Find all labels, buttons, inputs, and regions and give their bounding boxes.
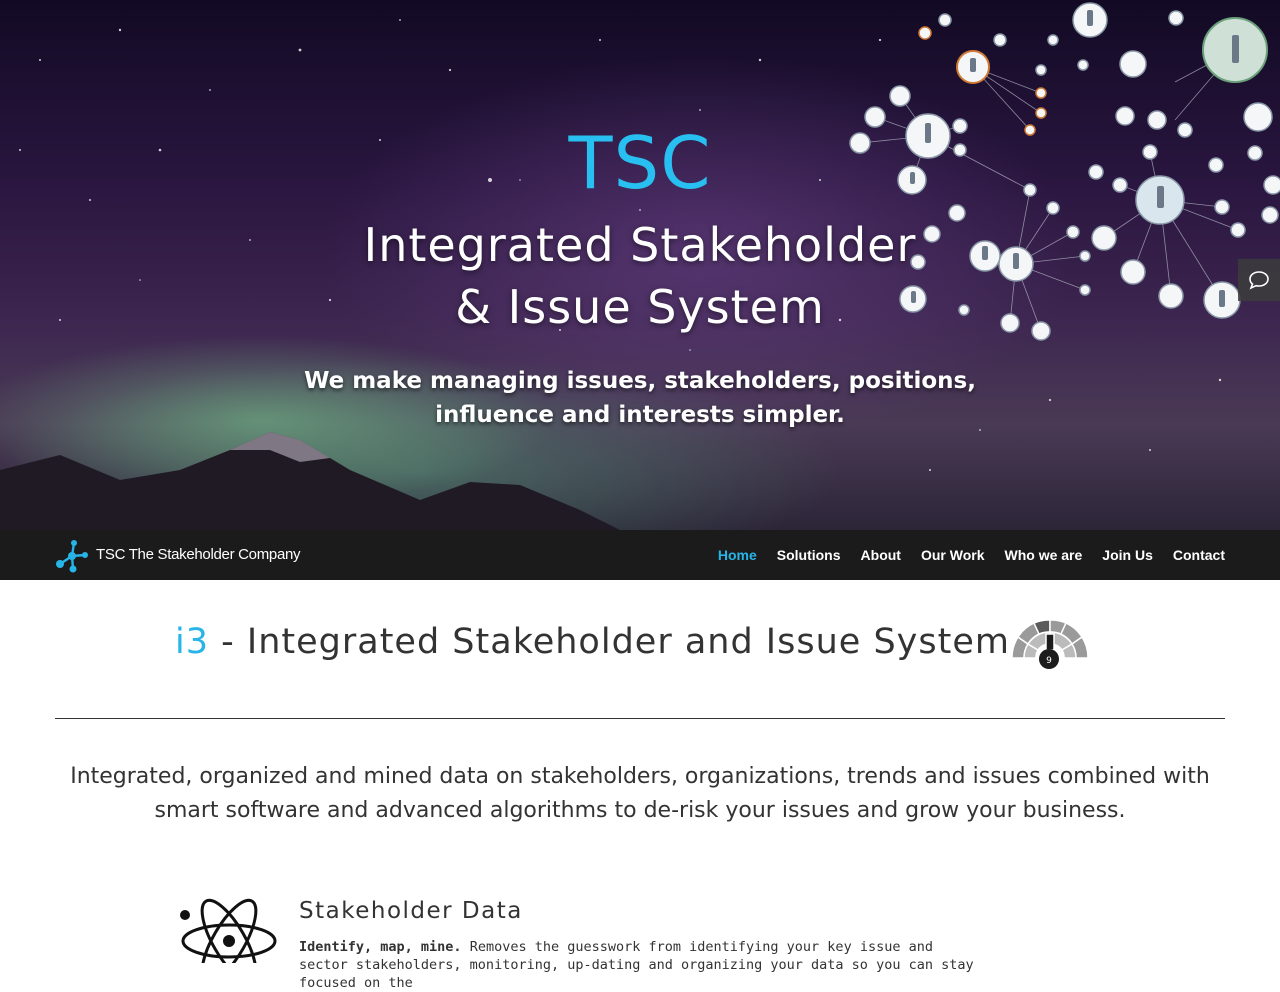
nav-our-work[interactable]: Our Work xyxy=(921,547,985,563)
hero-title-line2: & Issue System xyxy=(455,280,825,334)
brand-name[interactable]: TSC The Stakeholder Company xyxy=(96,546,301,563)
section-divider xyxy=(55,718,1225,719)
section-title-text: - Integrated Stakeholder and Issue Syste… xyxy=(209,622,1010,662)
nav-solutions[interactable]: Solutions xyxy=(777,547,841,563)
section-title-accent: i3 xyxy=(175,622,210,662)
main-nav: Home Solutions About Our Work Who we are… xyxy=(718,530,1225,580)
gauge-value: 9 xyxy=(1046,656,1052,666)
atom-icon xyxy=(180,898,277,963)
main-navbar: TSC The Stakeholder Company Home Solutio… xyxy=(0,530,1280,580)
feature-description: Identify, map, mine. Removes the guesswo… xyxy=(299,938,989,992)
hero-title: Integrated Stakeholder & Issue System xyxy=(0,214,1280,338)
hero-banner: TSC Integrated Stakeholder & Issue Syste… xyxy=(0,0,1280,530)
nav-join-us[interactable]: Join Us xyxy=(1102,547,1153,563)
nav-about[interactable]: About xyxy=(861,547,901,563)
hero-brand-heading: TSC xyxy=(568,121,712,205)
feature-title: Stakeholder Data xyxy=(299,898,523,924)
section-lead-text: Integrated, organized and mined data on … xyxy=(70,764,1210,823)
hero-tagline: We make managing issues, stakeholders, p… xyxy=(304,368,976,428)
nav-contact[interactable]: Contact xyxy=(1173,547,1225,563)
gauge-icon: 9 xyxy=(1011,619,1089,669)
nav-who-we-are[interactable]: Who we are xyxy=(1005,547,1083,563)
chat-bubble-icon xyxy=(1249,271,1269,290)
molecule-logo-icon[interactable] xyxy=(54,538,90,574)
hero-title-line1: Integrated Stakeholder xyxy=(363,218,917,272)
chat-button[interactable] xyxy=(1238,259,1280,301)
nav-home[interactable]: Home xyxy=(718,547,757,563)
feature-lead-bold: Identify, map, mine. xyxy=(299,939,462,955)
